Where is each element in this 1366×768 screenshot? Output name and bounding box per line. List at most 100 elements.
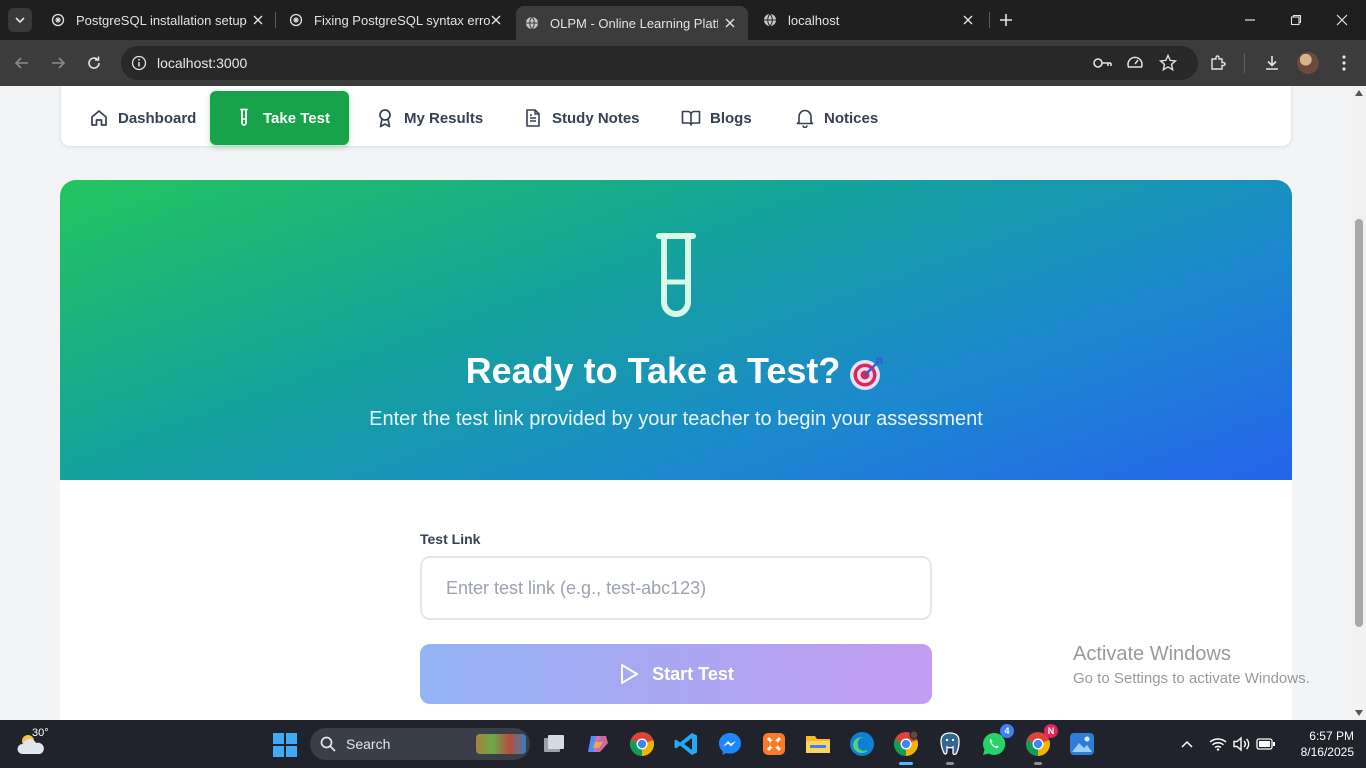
file-explorer-icon[interactable] bbox=[804, 730, 832, 758]
scrollbar-thumb[interactable] bbox=[1355, 219, 1363, 627]
book-open-icon bbox=[681, 108, 701, 128]
windows-start-icon[interactable] bbox=[272, 732, 298, 758]
reload-icon bbox=[88, 56, 100, 69]
profile-avatar[interactable] bbox=[1297, 52, 1319, 74]
whatsapp-badge: 4 bbox=[1000, 724, 1014, 738]
chrome-icon[interactable] bbox=[628, 730, 656, 758]
nav-item-blogs[interactable]: Blogs bbox=[681, 91, 771, 145]
restore-button[interactable] bbox=[1286, 10, 1306, 30]
play-icon bbox=[618, 663, 640, 685]
chrome-profile-icon[interactable]: N bbox=[1024, 724, 1058, 765]
nav-item-label: Dashboard bbox=[118, 109, 197, 127]
clock-date: 8/16/2025 bbox=[1300, 745, 1354, 759]
messenger-icon[interactable] bbox=[716, 730, 744, 758]
restore-icon bbox=[1290, 14, 1302, 26]
scroll-up-arrow-icon[interactable] bbox=[1355, 90, 1363, 96]
test-link-label: Test Link bbox=[420, 531, 481, 547]
page-viewport: Dashboard Take Test My Results Study Not… bbox=[0, 86, 1352, 720]
clock-time: 6:57 PM bbox=[1309, 729, 1354, 743]
xampp-icon[interactable] bbox=[760, 730, 788, 758]
nav-item-take-test[interactable]: Take Test bbox=[210, 91, 349, 145]
nav-item-label: Study Notes bbox=[552, 109, 640, 127]
globe-icon bbox=[524, 15, 540, 31]
minimize-button[interactable] bbox=[1240, 10, 1260, 30]
document-icon bbox=[523, 108, 543, 128]
search-label: Search bbox=[346, 736, 391, 752]
extensions-icon[interactable] bbox=[1207, 52, 1229, 74]
scroll-down-arrow-icon[interactable] bbox=[1355, 710, 1363, 716]
nav-item-study-notes[interactable]: Study Notes bbox=[523, 91, 653, 145]
toolbar-divider bbox=[1244, 53, 1245, 73]
vscode-icon[interactable] bbox=[672, 730, 700, 758]
tab-title: localhost bbox=[788, 12, 840, 28]
home-icon bbox=[89, 108, 109, 128]
start-test-button[interactable]: Start Test bbox=[420, 644, 932, 704]
start-test-label: Start Test bbox=[652, 663, 734, 684]
download-icon[interactable] bbox=[1261, 52, 1283, 74]
wifi-icon[interactable] bbox=[1208, 734, 1228, 754]
tab-localhost[interactable]: localhost bbox=[748, 0, 986, 40]
close-icon[interactable] bbox=[488, 12, 504, 28]
plus-icon bbox=[1000, 14, 1012, 26]
nav-item-dashboard[interactable]: Dashboard bbox=[89, 91, 219, 145]
nav-item-label: My Results bbox=[404, 109, 484, 127]
system-clock[interactable]: 6:57 PM 8/16/2025 bbox=[1284, 728, 1354, 760]
bookmark-star-icon[interactable] bbox=[1158, 53, 1178, 73]
chatgpt-icon bbox=[288, 12, 304, 28]
target-emoji-icon bbox=[850, 357, 884, 391]
tab-fixing-postgresql[interactable]: Fixing PostgreSQL syntax error bbox=[274, 0, 514, 40]
nav-item-my-results[interactable]: My Results bbox=[375, 91, 505, 145]
photos-icon[interactable] bbox=[1068, 730, 1096, 758]
hero-title-text: Ready to Take a Test? bbox=[465, 350, 841, 391]
address-bar[interactable]: localhost:3000 bbox=[121, 46, 1198, 80]
test-link-input[interactable] bbox=[420, 556, 932, 620]
tab-postgresql-installation[interactable]: PostgreSQL installation setup bbox=[36, 0, 276, 40]
browser-menu-button[interactable] bbox=[1333, 52, 1355, 74]
key-icon[interactable] bbox=[1093, 53, 1113, 73]
main-navigation: Dashboard Take Test My Results Study Not… bbox=[60, 86, 1292, 147]
page-scrollbar[interactable] bbox=[1352, 86, 1366, 720]
forward-button[interactable] bbox=[48, 53, 68, 73]
browser-toolbar: localhost:3000 bbox=[0, 40, 1366, 86]
performance-icon[interactable] bbox=[1125, 53, 1145, 73]
volume-icon[interactable] bbox=[1231, 734, 1251, 754]
nav-item-label: Notices bbox=[824, 109, 879, 127]
search-highlight-image bbox=[476, 734, 526, 754]
site-info-icon[interactable] bbox=[129, 53, 149, 73]
close-icon[interactable] bbox=[722, 15, 738, 31]
close-icon[interactable] bbox=[250, 12, 266, 28]
minimize-icon bbox=[1245, 19, 1255, 21]
nav-item-label: Blogs bbox=[710, 109, 752, 127]
copilot-icon[interactable] bbox=[584, 730, 612, 758]
close-icon[interactable] bbox=[960, 12, 976, 28]
task-view-icon[interactable] bbox=[540, 730, 568, 758]
chatgpt-icon bbox=[50, 12, 66, 28]
tab-olpm[interactable]: OLPM - Online Learning Platform bbox=[516, 6, 748, 40]
new-tab-button[interactable] bbox=[996, 10, 1016, 30]
tab-title: Fixing PostgreSQL syntax error bbox=[314, 12, 490, 28]
battery-icon[interactable] bbox=[1256, 734, 1276, 754]
weather-widget[interactable]: 30° bbox=[16, 727, 49, 760]
tab-title: PostgreSQL installation setup bbox=[76, 12, 247, 28]
edge-icon[interactable] bbox=[848, 730, 876, 758]
nav-item-notices[interactable]: Notices bbox=[795, 91, 895, 145]
whatsapp-icon[interactable]: 4 bbox=[980, 724, 1014, 758]
nav-item-label: Take Test bbox=[263, 109, 330, 127]
weather-temperature: 30° bbox=[32, 727, 49, 739]
test-tube-icon bbox=[237, 108, 251, 128]
bell-icon bbox=[795, 108, 815, 128]
chrome-profile-badge: N bbox=[1044, 724, 1058, 738]
activate-windows-watermark: Activate Windows Go to Settings to activ… bbox=[1073, 643, 1310, 687]
reload-button[interactable] bbox=[84, 53, 104, 73]
tab-title: OLPM - Online Learning Platform bbox=[550, 15, 718, 31]
taskbar-search[interactable]: Search bbox=[310, 728, 530, 760]
chevron-up-icon[interactable] bbox=[1177, 734, 1197, 754]
close-window-button[interactable] bbox=[1332, 10, 1352, 30]
arrow-right-icon bbox=[52, 57, 66, 69]
chrome-active-icon[interactable] bbox=[892, 730, 920, 765]
url-text: localhost:3000 bbox=[157, 55, 248, 71]
postgresql-icon[interactable] bbox=[936, 730, 964, 765]
tab-search-button[interactable] bbox=[8, 8, 32, 32]
back-button[interactable] bbox=[12, 53, 32, 73]
globe-icon bbox=[762, 12, 778, 28]
